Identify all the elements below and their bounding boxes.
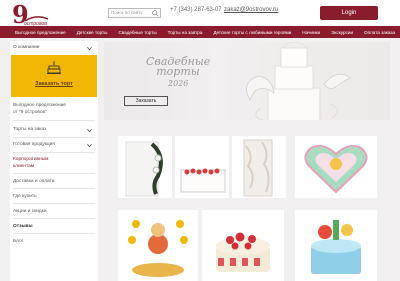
nav-item-wedding[interactable]: Свадебные торты bbox=[118, 30, 156, 35]
order-cake-promo[interactable]: Заказать торт bbox=[11, 55, 97, 97]
banner-year: 2026 bbox=[168, 79, 189, 88]
product-image bbox=[118, 136, 172, 198]
divider bbox=[13, 233, 95, 234]
sidebar-item-label: Где купить bbox=[13, 194, 37, 199]
sidebar-item-promo-sub[interactable]: от "9 островов" bbox=[10, 110, 98, 115]
sidebar-item-corporate[interactable]: Корпоративным bbox=[10, 157, 98, 162]
product-card[interactable] bbox=[118, 136, 172, 198]
product-card[interactable] bbox=[232, 136, 286, 198]
product-image bbox=[118, 210, 198, 281]
sidebar-item-label: Блог bbox=[13, 239, 24, 244]
sidebar-item-label: клиентам bbox=[13, 164, 35, 169]
sidebar-item-label: Торты на заказ bbox=[13, 127, 47, 132]
hero-banner[interactable]: Свадебные торты 2026 Заказать bbox=[104, 42, 390, 120]
product-card[interactable] bbox=[295, 136, 377, 198]
product-image bbox=[232, 136, 286, 198]
sidebar-item-label: Корпоративным bbox=[13, 157, 49, 162]
sidebar-item-label: О компании bbox=[13, 45, 40, 50]
nav-item-tomorrow[interactable]: Торты на завтра bbox=[168, 30, 203, 35]
chevron-down-icon[interactable] bbox=[87, 128, 92, 133]
product-image bbox=[175, 136, 229, 198]
divider bbox=[13, 218, 95, 219]
divider bbox=[13, 120, 95, 121]
nav-item-heroes[interactable]: Детские торты с любимыми героями bbox=[213, 30, 291, 35]
sidebar-item-label: Доставка и оплата bbox=[13, 179, 55, 184]
order-cake-link[interactable]: Заказать торт bbox=[11, 81, 97, 87]
sidebar-item-label: Акции и скидки bbox=[13, 209, 47, 214]
search-input[interactable]: Поиск по сайту bbox=[108, 8, 161, 18]
sidebar: О компании Заказать торт Выгодное предло… bbox=[10, 41, 98, 281]
divider bbox=[13, 173, 95, 174]
product-card[interactable] bbox=[118, 210, 198, 281]
sidebar-item-label: от "9 островов" bbox=[13, 110, 47, 115]
product-image bbox=[202, 210, 284, 281]
product-card[interactable] bbox=[175, 136, 229, 198]
nav-item-promo[interactable]: Выгодное предложение bbox=[15, 30, 66, 35]
sidebar-item-label: Отзывы bbox=[13, 224, 33, 229]
sidebar-item-sales[interactable]: Акции и скидки bbox=[10, 209, 98, 214]
sidebar-item-blog[interactable]: Блог bbox=[10, 239, 98, 244]
sidebar-item-where-to-buy[interactable]: Где купить bbox=[10, 194, 98, 199]
site-header: 9 островов Поиск по сайту +7 (343) 287-6… bbox=[0, 0, 400, 26]
divider bbox=[13, 188, 95, 189]
banner-title-line2: торты bbox=[156, 65, 200, 78]
sidebar-item-custom-cakes[interactable]: Торты на заказ bbox=[10, 127, 98, 132]
banner-order-button[interactable]: Заказать bbox=[124, 96, 168, 106]
phone-number[interactable]: +7 (343) 287-63-07 bbox=[170, 7, 222, 13]
product-image bbox=[295, 210, 377, 281]
sidebar-item-about[interactable]: О компании bbox=[10, 45, 98, 50]
product-image bbox=[295, 136, 377, 198]
sidebar-item-delivery[interactable]: Доставка и оплата bbox=[10, 179, 98, 184]
cake-icon bbox=[47, 61, 61, 74]
nav-item-fillings[interactable]: Начинки bbox=[302, 30, 320, 35]
chevron-down-icon[interactable] bbox=[87, 46, 92, 51]
sidebar-item-label: Выгодное предложение bbox=[13, 103, 66, 108]
divider bbox=[13, 152, 95, 153]
sidebar-item-ready-products[interactable]: Готовая продукция bbox=[10, 142, 98, 147]
page: 9 островов Поиск по сайту +7 (343) 287-6… bbox=[0, 0, 400, 281]
wedding-cake-image bbox=[245, 42, 351, 120]
search-icon[interactable] bbox=[152, 10, 159, 17]
sidebar-item-corporate-sub[interactable]: клиентам bbox=[10, 164, 98, 169]
nav-item-kids[interactable]: Детские торты bbox=[77, 30, 108, 35]
nav-item-payment[interactable]: Оплата заказа bbox=[364, 30, 395, 35]
sidebar-item-promo[interactable]: Выгодное предложение bbox=[10, 103, 98, 108]
product-card[interactable] bbox=[295, 210, 377, 281]
nav-item-excursions[interactable]: Экскурсии bbox=[331, 30, 353, 35]
site-logo[interactable]: 9 островов bbox=[12, 2, 50, 26]
search-placeholder: Поиск по сайту bbox=[111, 10, 143, 15]
banner-title: Свадебные торты bbox=[146, 56, 210, 78]
divider bbox=[13, 203, 95, 204]
sidebar-item-label: Готовая продукция bbox=[13, 142, 55, 147]
login-button[interactable]: Login bbox=[320, 6, 378, 20]
product-card[interactable] bbox=[202, 210, 284, 281]
sidebar-item-reviews[interactable]: Отзывы bbox=[10, 224, 98, 229]
email-link[interactable]: zakaz@9ostrovov.ru bbox=[224, 7, 278, 13]
main-nav: Выгодное предложение Детские торты Сваде… bbox=[0, 26, 400, 38]
divider bbox=[13, 137, 95, 138]
chevron-down-icon[interactable] bbox=[87, 143, 92, 148]
